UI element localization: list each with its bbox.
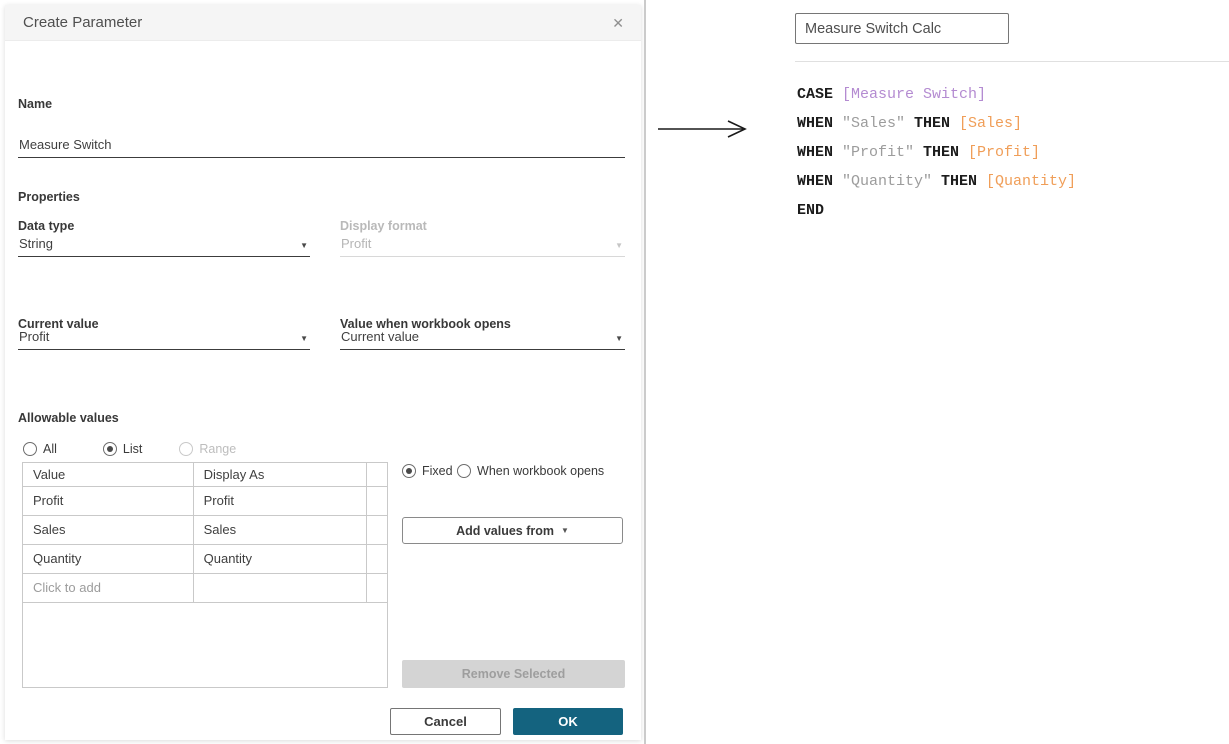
add-values-from-label: Add values from	[456, 523, 554, 538]
allowable-values-heading: Allowable values	[18, 411, 119, 425]
calc-panel-divider	[795, 61, 1229, 62]
radio-fixed[interactable]: Fixed	[402, 464, 453, 478]
calc-code-line: CASE [Measure Switch]	[797, 86, 987, 103]
display-as-cell	[193, 573, 367, 603]
radio-range: Range	[179, 442, 236, 456]
calc-name-input[interactable]: Measure Switch Calc	[795, 13, 1009, 44]
cancel-button[interactable]: Cancel	[390, 708, 501, 735]
column-header-display-as: Display As	[193, 463, 367, 487]
spacer-cell	[366, 544, 387, 574]
chevron-down-icon: ▼	[300, 241, 308, 250]
radio-when-workbook-opens-circle	[457, 464, 472, 478]
radio-all-circle	[23, 442, 37, 456]
spacer-cell	[366, 573, 387, 603]
value-cell[interactable]: Quantity	[23, 544, 194, 574]
display-as-cell[interactable]: Quantity	[193, 544, 367, 574]
spacer-cell	[366, 515, 387, 545]
value-source-radio-group: Fixed When workbook opens	[402, 464, 604, 485]
calc-code-line: WHEN "Profit" THEN [Profit]	[797, 144, 1041, 161]
current-value-dropdown[interactable]: Profit ▼	[18, 327, 310, 350]
remove-selected-label: Remove Selected	[461, 667, 566, 681]
display-format-label: Display format	[340, 219, 427, 233]
value-list-add-row[interactable]: Click to add	[23, 573, 387, 603]
value-when-workbook-opens-value: Current value	[341, 329, 420, 344]
value-list-table: Value Display As Profit Profit Sales Sales Q…	[22, 462, 388, 688]
radio-when-workbook-opens-label: When workbook opens	[477, 464, 605, 478]
calc-code-line: END	[797, 202, 825, 219]
radio-list[interactable]: List	[102, 442, 143, 456]
radio-list-circle	[102, 442, 117, 456]
calc-code-line: WHEN "Sales" THEN [Sales]	[797, 115, 1023, 132]
spacer-cell	[366, 486, 387, 516]
calc-name-value: Measure Switch Calc	[805, 20, 942, 37]
value-list-row[interactable]: Sales Sales	[23, 515, 387, 545]
name-label: Name	[18, 97, 53, 111]
radio-list-label: List	[122, 442, 143, 456]
radio-fixed-label: Fixed	[422, 464, 453, 478]
radio-all-label: All	[43, 442, 57, 456]
parameter-name-input[interactable]: Measure Switch	[18, 130, 625, 158]
vertical-divider	[644, 0, 646, 744]
create-parameter-dialog: Create Parameter ✕ Name Measure Switch P…	[5, 5, 641, 740]
column-header-value: Value	[23, 463, 194, 487]
properties-heading: Properties	[18, 190, 80, 204]
display-format-value: Profit	[341, 236, 372, 251]
radio-fixed-circle	[402, 464, 416, 478]
radio-range-label: Range	[199, 442, 237, 456]
cancel-label: Cancel	[424, 714, 467, 729]
chevron-down-icon: ▼	[300, 334, 308, 343]
data-type-label: Data type	[18, 219, 75, 233]
remove-selected-button: Remove Selected	[402, 660, 625, 688]
data-type-value: String	[19, 236, 53, 251]
ok-label: OK	[558, 714, 578, 729]
value-when-workbook-opens-dropdown[interactable]: Current value ▼	[340, 327, 625, 350]
arrow-icon	[656, 118, 750, 145]
screen: Create Parameter ✕ Name Measure Switch P…	[0, 0, 1229, 744]
dialog-titlebar: Create Parameter ✕	[5, 5, 641, 41]
chevron-down-icon: ▼	[561, 526, 569, 535]
current-value-value: Profit	[19, 329, 50, 344]
calc-code-line: WHEN "Quantity" THEN [Quantity]	[797, 173, 1077, 190]
radio-all[interactable]: All	[23, 442, 57, 456]
column-header-spacer	[366, 463, 387, 487]
parameter-name-value: Measure Switch	[19, 137, 112, 152]
radio-when-workbook-opens[interactable]: When workbook opens	[457, 464, 604, 478]
value-list-header-row: Value Display As	[23, 463, 387, 487]
chevron-down-icon: ▼	[615, 241, 623, 250]
value-list-row[interactable]: Profit Profit	[23, 486, 387, 516]
chevron-down-icon: ▼	[615, 334, 623, 343]
value-cell[interactable]: Profit	[23, 486, 194, 516]
calc-formula-editor[interactable]: CASE [Measure Switch] WHEN "Sales" THEN […	[797, 80, 1076, 225]
value-list-row[interactable]: Quantity Quantity	[23, 544, 387, 574]
ok-button[interactable]: OK	[513, 708, 623, 735]
radio-range-circle	[179, 442, 194, 456]
display-as-cell[interactable]: Profit	[193, 486, 367, 516]
value-cell[interactable]: Sales	[23, 515, 194, 545]
data-type-dropdown[interactable]: String ▼	[18, 234, 310, 257]
add-values-from-button[interactable]: Add values from ▼	[402, 517, 623, 544]
close-icon[interactable]: ✕	[612, 16, 624, 30]
dialog-title: Create Parameter	[23, 14, 143, 31]
display-as-cell[interactable]: Sales	[193, 515, 367, 545]
display-format-dropdown: Profit ▼	[340, 234, 625, 257]
click-to-add-cell[interactable]: Click to add	[23, 573, 194, 603]
allowable-values-radio-group: All List Range	[23, 442, 236, 456]
